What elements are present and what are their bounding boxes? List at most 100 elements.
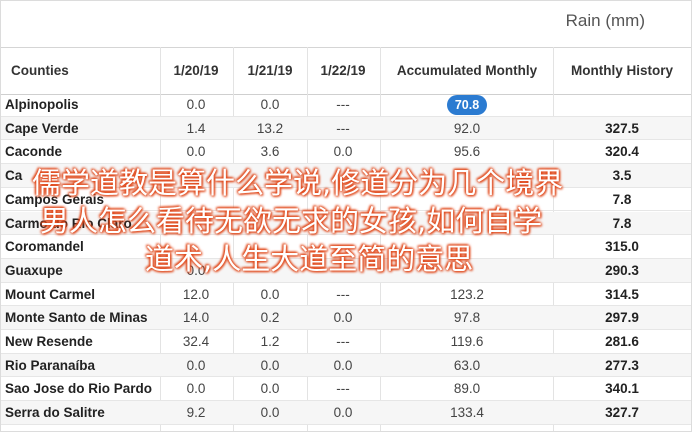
cell-date-2: 0.0	[260, 357, 280, 373]
cell-date-2: 0.0	[260, 381, 280, 397]
cell-history: 7.8	[612, 191, 632, 207]
cell-history: 281.6	[605, 334, 639, 349]
cell-history	[559, 93, 685, 116]
cell-date-3	[314, 188, 372, 211]
cell-history: 327.5	[605, 120, 639, 136]
cell-history: 327.7	[605, 405, 639, 421]
cell-date-3	[314, 235, 372, 258]
cell-county: Guaxupe	[5, 262, 63, 278]
table-row[interactable]: Caconde 0.0 3.6 0.0 95.6 320.4	[1, 140, 691, 165]
cell-history: 314.5	[605, 286, 639, 302]
cell-date-2: 0.0	[260, 286, 280, 302]
cell-date-2	[241, 235, 299, 258]
table-row[interactable]: Alpinopolis 0.0 0.0 --- 70.8	[1, 93, 691, 117]
cell-accumulated	[384, 188, 550, 211]
cell-date-1: 0.0	[186, 97, 206, 112]
cell-history: 340.1	[605, 381, 639, 397]
cell-history: 320.4	[605, 144, 639, 160]
cell-county: Monte Santo de Minas	[5, 310, 148, 326]
cell-accumulated: 89.0	[453, 381, 481, 397]
cell-accumulated: 133.4	[450, 405, 484, 421]
table-row[interactable]: Coromandel 315.0	[1, 235, 691, 259]
cell-date-2: 13.2	[256, 120, 284, 136]
cell-date-1	[167, 235, 225, 258]
table-row[interactable]: Serra do Salitre 9.2 0.0 0.0 133.4 327.7	[1, 401, 691, 425]
header-monthly-history[interactable]: Monthly History	[559, 48, 685, 94]
cell-history: 297.9	[605, 310, 639, 326]
table-row[interactable]: Campos Gerais 7.8	[1, 188, 691, 212]
cell-date-1: 0.0	[186, 381, 206, 397]
highlight-badge: 70.8	[446, 95, 488, 115]
cell-date-3	[314, 164, 372, 187]
unit-title: Rain (mm)	[565, 11, 645, 30]
cell-date-1: 0.0	[186, 144, 206, 160]
cell-date-2	[241, 188, 299, 211]
table-row[interactable]: Monte Santo de Minas 14.0 0.2 0.0 97.8 297.9	[1, 306, 691, 330]
cell-county: Mount Carmel	[5, 286, 96, 302]
cell-history: 290.3	[605, 262, 639, 278]
cell-accumulated	[384, 212, 550, 235]
cell-history: 7.8	[612, 215, 632, 231]
cell-date-3: ---	[336, 334, 350, 349]
cell-date-2: 3.6	[260, 144, 280, 160]
cell-date-1	[167, 164, 225, 187]
cell-history: 3.5	[612, 168, 632, 184]
header-date-1[interactable]: 1/20/19	[167, 48, 225, 94]
cell-date-1	[167, 188, 225, 211]
cell-history: 277.3	[605, 357, 639, 373]
cell-date-2: 0.0	[260, 97, 280, 112]
cell-date-2	[241, 164, 299, 187]
cell-county: Sao Jose do Rio Pardo	[5, 381, 153, 397]
table-row[interactable]: Rio Paranaíba 0.0 0.0 0.0 63.0 277.3	[1, 353, 691, 378]
cell-accumulated: 123.2	[450, 286, 484, 302]
table-header: Counties 1/20/19 1/21/19 1/22/19 Accumul…	[1, 47, 691, 95]
cell-date-3: 0.0	[333, 144, 353, 160]
header-date-3[interactable]: 1/22/19	[314, 48, 372, 94]
cell-date-3	[314, 259, 372, 282]
cell-date-2: 0.2	[260, 310, 280, 326]
cell-date-2	[241, 212, 299, 235]
cell-date-1: 32.4	[182, 334, 210, 349]
cell-date-3	[314, 212, 372, 235]
table-row[interactable]: Guaxupe 0.0 290.3	[1, 258, 691, 283]
table-row[interactable]: Ca 3.5	[1, 164, 691, 188]
header-accumulated-monthly[interactable]: Accumulated Monthly	[384, 48, 550, 94]
cell-accumulated: 97.8	[453, 310, 481, 326]
cell-accumulated: 70.8	[384, 93, 550, 116]
cell-accumulated: 63.0	[453, 357, 481, 373]
cell-accumulated	[384, 235, 550, 258]
cell-accumulated: 119.6	[450, 334, 484, 349]
table-row[interactable]: Sao Jose do Rio Pardo 0.0 0.0 --- 89.0 340.1	[1, 377, 691, 402]
cell-date-3: 0.0	[333, 405, 353, 421]
cell-date-2	[241, 259, 299, 282]
cell-date-3: ---	[336, 97, 350, 112]
cell-date-2: 1.2	[260, 334, 280, 349]
cell-date-2: 0.0	[260, 405, 280, 421]
cell-county: Ca	[5, 168, 23, 184]
header-counties[interactable]: Counties	[11, 48, 69, 94]
table-row[interactable]: New Resende 32.4 1.2 --- 119.6 281.6	[1, 330, 691, 354]
cell-county: New Resende	[5, 334, 93, 349]
cell-accumulated: 95.6	[453, 144, 481, 160]
cell-date-1	[167, 212, 225, 235]
table-row[interactable]: Carmo do Rio Claro 7.8	[1, 211, 691, 236]
cell-county: Serra do Salitre	[5, 405, 105, 421]
table-row[interactable]: Mount Carmel 12.0 0.0 --- 123.2 314.5	[1, 283, 691, 307]
table-row[interactable]: Cape Verde 1.4 13.2 --- 92.0 327.5	[1, 116, 691, 141]
cell-date-3: ---	[336, 381, 350, 397]
cell-date-3: 0.0	[333, 357, 353, 373]
cell-date-1: 12.0	[182, 286, 210, 302]
cell-date-3: 0.0	[333, 310, 353, 326]
cell-date-1: 9.2	[186, 405, 206, 421]
header-date-2[interactable]: 1/21/19	[241, 48, 299, 94]
cell-county: Caconde	[5, 144, 63, 160]
cell-date-1: 0.0	[186, 262, 206, 278]
cell-county: Cape Verde	[5, 120, 79, 136]
cell-county: Alpinopolis	[5, 97, 79, 112]
cell-county: Coromandel	[5, 239, 84, 255]
cell-county: Campos Gerais	[5, 191, 105, 207]
cell-date-3: ---	[336, 286, 350, 302]
cell-accumulated	[384, 164, 550, 187]
cell-date-1: 0.0	[186, 357, 206, 373]
rain-table-panel: Rain (mm) Counties 1/20/19 1/21/19 1/22/…	[0, 0, 692, 432]
